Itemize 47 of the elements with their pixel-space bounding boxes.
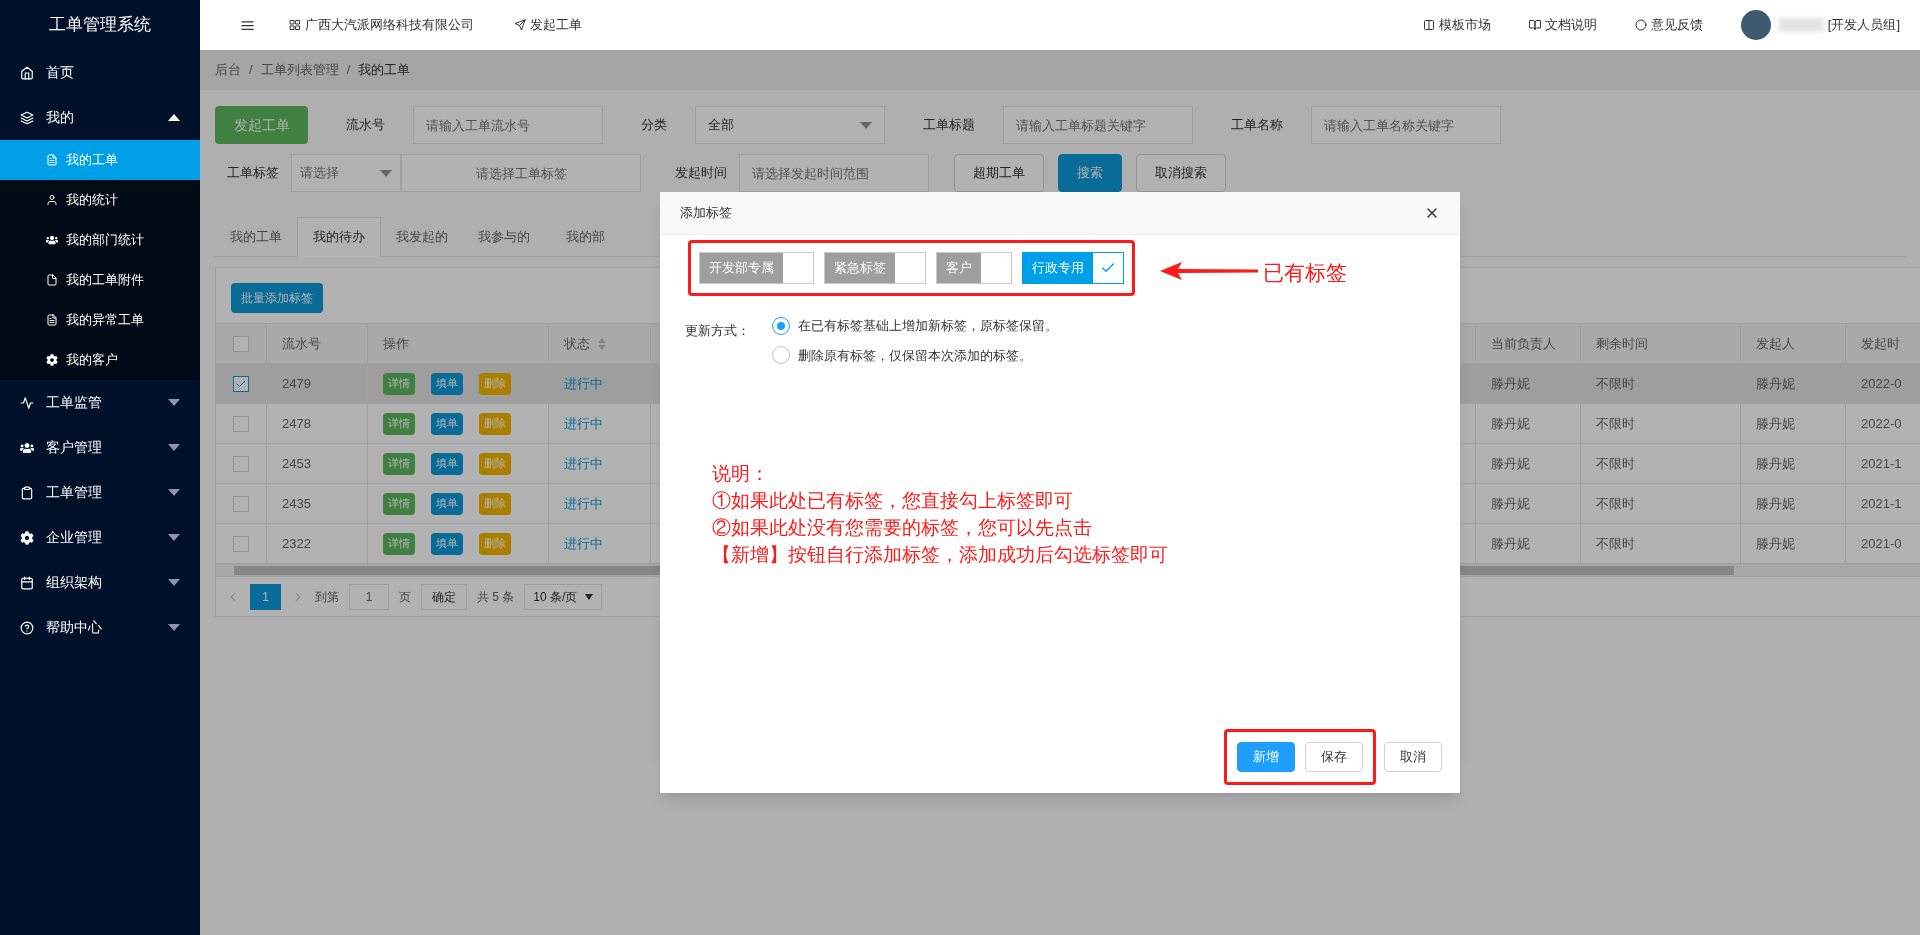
breadcrumb-separator: / (249, 61, 253, 80)
column-header: 操作 (368, 324, 549, 363)
update-mode-label: 更新方式： (685, 322, 751, 340)
table-cell: 滕丹妮 (1476, 364, 1581, 403)
table-cell: 滕丹妮 (1741, 364, 1846, 403)
table-cell: 滕丹妮 (1476, 404, 1581, 443)
column-header: 发起时 (1846, 324, 1920, 363)
table-cell: 2478 (267, 404, 368, 443)
table-cell: 滕丹妮 (1741, 484, 1846, 523)
field-label: 分类 (641, 116, 667, 135)
page-unit: 页 (399, 588, 411, 606)
table-cell: 不限时 (1581, 404, 1741, 443)
table-cell: 2322 (267, 524, 368, 563)
column-header: 当前负责人 (1476, 324, 1581, 363)
table-cell: 2021-1 (1846, 444, 1920, 483)
total-count: 共 5 条 (477, 588, 515, 606)
table-cell: 不限时 (1581, 524, 1741, 563)
field-label: 流水号 (346, 116, 385, 135)
field-label: 发起时间 (675, 164, 727, 183)
table-cell: 不限时 (1581, 484, 1741, 523)
column-header: 状态 (549, 324, 651, 363)
app-title: 工单管理系统 (48, 14, 152, 37)
table-cell: 滕丹妮 (1741, 404, 1846, 443)
table-cell: 2021-1 (1846, 484, 1920, 523)
table-cell: 2435 (267, 484, 368, 523)
table-cell: 滕丹妮 (1476, 524, 1581, 563)
column-header: 流水号 (267, 324, 368, 363)
breadcrumb-separator: / (346, 61, 351, 80)
goto-label: 到第 (315, 588, 339, 606)
table-cell: 滕丹妮 (1476, 444, 1581, 483)
table-cell: 2022-0 (1846, 404, 1920, 443)
column-header: 剩余时间 (1581, 324, 1741, 363)
table-cell: 2021-0 (1846, 524, 1920, 563)
table-cell: 2453 (267, 444, 368, 483)
table-cell: 滕丹妮 (1741, 524, 1846, 563)
column-header: 发起人 (1741, 324, 1846, 363)
field-label: 工单标题 (923, 116, 975, 135)
table-cell: 滕丹妮 (1741, 444, 1846, 483)
table-cell: 不限时 (1581, 444, 1741, 483)
field-label: 工单标签 (227, 164, 279, 183)
field-label: 工单名称 (1231, 116, 1283, 135)
table-cell: 不限时 (1581, 364, 1741, 403)
table-cell: 2022-0 (1846, 364, 1920, 403)
callout-label: 已有标签 (1263, 260, 1347, 286)
dialog-title: 添加标签 (680, 204, 733, 223)
table-cell: 2479 (267, 364, 368, 403)
table-cell: 滕丹妮 (1476, 484, 1581, 523)
